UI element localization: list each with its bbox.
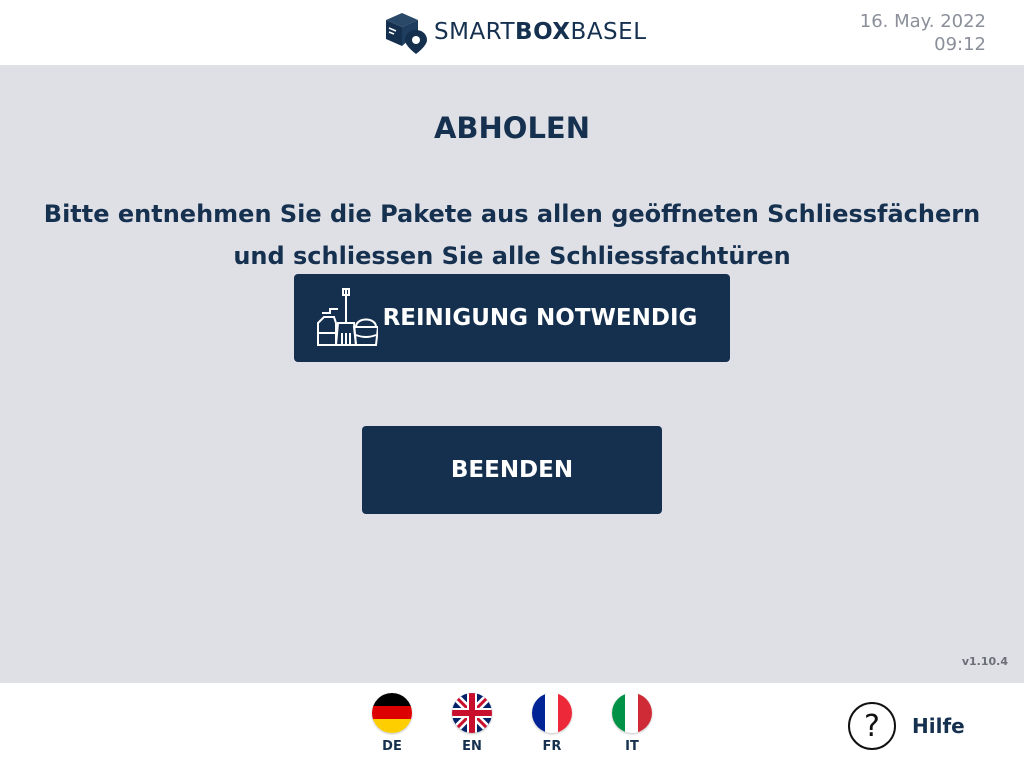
help-label: Hilfe: [912, 714, 965, 738]
logo-wordmark: SMARTBOXBASEL: [434, 19, 647, 45]
logo-text-box: BOX: [515, 19, 571, 45]
logo-text-smart: SMART: [434, 19, 516, 45]
footer-bar: DE EN FR IT ? Hilfe: [0, 683, 1024, 768]
end-button[interactable]: BEENDEN: [362, 426, 662, 514]
germany-flag-icon: [372, 693, 412, 733]
language-button-de[interactable]: DE: [370, 693, 414, 754]
package-location-icon: [386, 13, 427, 54]
question-mark-icon: ?: [848, 702, 896, 750]
cleaning-supplies-icon: [317, 288, 378, 346]
cleaning-required-button[interactable]: REINIGUNG NOTWENDIG: [294, 274, 730, 362]
language-button-en[interactable]: EN: [450, 693, 494, 754]
current-date: 16. May. 2022: [859, 11, 986, 32]
current-time: 09:12: [934, 34, 986, 55]
end-button-label: BEENDEN: [450, 457, 574, 483]
language-button-it[interactable]: IT: [610, 693, 654, 754]
logo-text-basel: BASEL: [570, 19, 647, 45]
header-bar: SMARTBOXBASEL 16. May. 2022 09:12: [0, 0, 1024, 65]
help-button[interactable]: ? Hilfe: [848, 702, 965, 750]
language-button-fr[interactable]: FR: [530, 693, 574, 754]
cleaning-required-label: REINIGUNG NOTWENDIG: [382, 305, 698, 331]
uk-flag-icon: [452, 693, 492, 733]
instruction-text: Bitte entnehmen Sie die Pakete aus allen…: [43, 200, 981, 270]
france-flag-icon: [532, 693, 572, 733]
language-code-fr: FR: [542, 739, 562, 754]
datetime-display: 16. May. 2022 09:12: [860, 10, 986, 56]
italy-flag-icon: [612, 693, 652, 733]
language-code-it: IT: [625, 739, 639, 754]
main-panel: ABHOLEN Bitte entnehmen Sie die Pakete a…: [0, 65, 1024, 683]
smartbox-logo: SMARTBOXBASEL: [384, 10, 647, 54]
language-code-en: EN: [462, 739, 482, 754]
language-code-de: DE: [382, 739, 402, 754]
version-label: v1.10.4: [961, 655, 1008, 668]
page-title: ABHOLEN: [433, 111, 591, 145]
